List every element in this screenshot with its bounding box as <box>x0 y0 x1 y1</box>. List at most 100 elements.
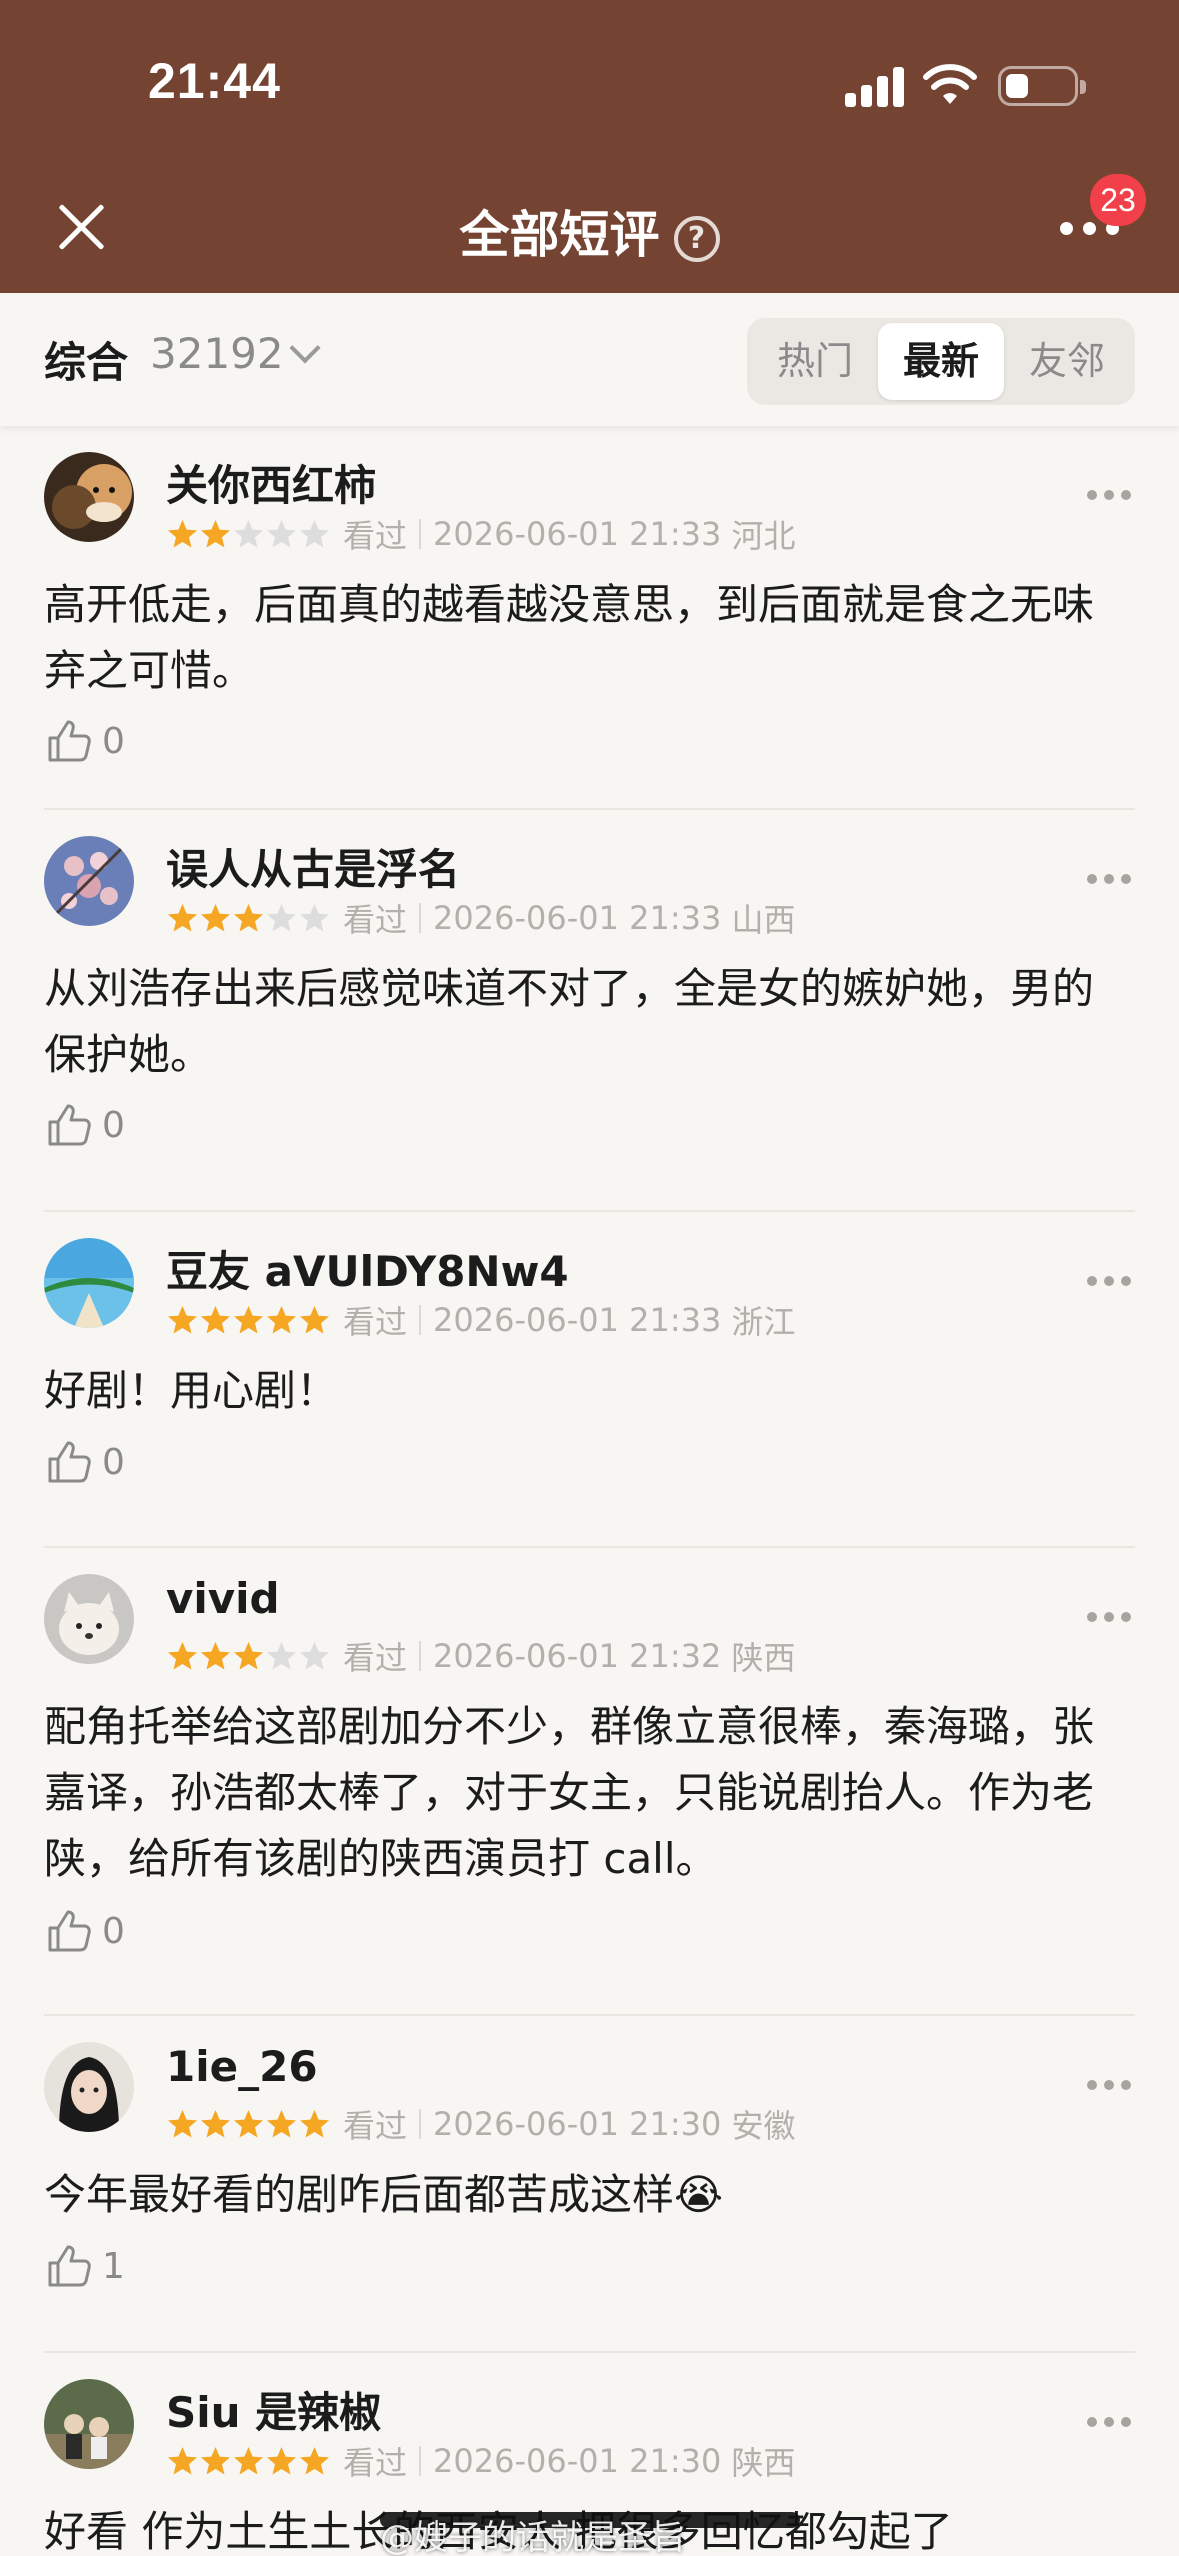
watch-status: 看过 <box>343 1303 408 1341</box>
avatar[interactable] <box>44 2042 134 2132</box>
username[interactable]: 误人从古是浮名 <box>166 836 460 897</box>
username[interactable]: vivid <box>166 1574 280 1623</box>
review-time: 2026-06-01 21:33 <box>433 899 722 937</box>
more-icon[interactable] <box>1087 490 1131 500</box>
review-time: 2026-06-01 21:30 <box>433 2442 722 2480</box>
star-filled-icon <box>300 2109 329 2137</box>
more-icon[interactable] <box>1087 1276 1131 1286</box>
review-region: 陕西 <box>731 1639 796 1677</box>
meta-divider <box>419 2446 422 2476</box>
tab-hot[interactable]: 热门 <box>752 323 878 400</box>
review-meta: 看过 2026-06-01 21:30 安徽 <box>166 2104 796 2145</box>
tab-latest[interactable]: 最新 <box>878 323 1004 400</box>
avatar[interactable] <box>44 1574 134 1664</box>
review-time: 2026-06-01 21:32 <box>433 1637 722 1675</box>
avatar[interactable] <box>44 1238 134 1328</box>
rating-stars <box>166 2445 331 2478</box>
star-filled-icon <box>267 1305 296 1333</box>
star-filled-icon <box>168 2109 197 2137</box>
like-count: 0 <box>102 1910 125 1952</box>
like-button[interactable]: 1 <box>44 2241 125 2291</box>
thumbs-up-icon <box>48 1910 91 1952</box>
more-icon[interactable] <box>1087 2417 1131 2427</box>
review-meta: 看过 2026-06-01 21:30 陕西 <box>166 2441 796 2482</box>
review-count[interactable]: 32192 <box>150 329 284 378</box>
review-item: 关你西红柿 看过 2026-06-01 21:33 河北 高开低走，后面真的越看… <box>44 426 1135 810</box>
avatar[interactable] <box>44 836 134 926</box>
chevron-down-icon[interactable] <box>289 332 321 364</box>
meta-divider <box>419 1305 422 1335</box>
like-count: 1 <box>102 2245 125 2287</box>
status-time: 21:44 <box>148 53 281 109</box>
review-time: 2026-06-01 21:33 <box>433 515 722 553</box>
review-item: vivid 看过 2026-06-01 21:32 陕西 配角托举给这部剧加分不… <box>44 1548 1135 2016</box>
username[interactable]: 关你西红柿 <box>166 452 376 513</box>
star-empty-icon <box>300 1641 329 1669</box>
watch-status: 看过 <box>343 2107 408 2145</box>
star-filled-icon <box>201 903 230 931</box>
rating-stars <box>166 2108 331 2141</box>
star-filled-icon <box>168 2446 197 2474</box>
rating-stars <box>166 1304 331 1337</box>
username[interactable]: 1ie_26 <box>166 2042 318 2091</box>
help-icon[interactable]: ? <box>673 215 720 262</box>
review-text: 配角托举给这部剧加分不少，群像立意很棒，秦海璐，张嘉译，孙浩都太棒了，对于女主，… <box>44 1702 1095 1883</box>
star-filled-icon <box>300 2446 329 2474</box>
star-filled-icon <box>267 2446 296 2474</box>
like-button[interactable]: 0 <box>44 1437 125 1487</box>
star-filled-icon <box>267 2109 296 2137</box>
more-icon[interactable] <box>1087 874 1131 884</box>
star-filled-icon <box>234 2446 263 2474</box>
review-text: 今年最好看的剧咋后面都苦成这样😭 <box>44 2170 724 2219</box>
meta-divider <box>419 519 422 549</box>
thumbs-up-icon <box>48 2245 91 2287</box>
review-time: 2026-06-01 21:33 <box>433 1301 722 1339</box>
review-region: 安徽 <box>731 2107 796 2145</box>
star-filled-icon <box>234 1641 263 1669</box>
thumbs-up-icon <box>48 1104 91 1146</box>
star-filled-icon <box>234 903 263 931</box>
rating-stars <box>166 902 331 935</box>
star-empty-icon <box>300 519 329 547</box>
review-item: 误人从古是浮名 看过 2026-06-01 21:33 山西 从刘浩存出来后感觉… <box>44 810 1135 1212</box>
star-filled-icon <box>201 1305 230 1333</box>
star-filled-icon <box>168 1641 197 1669</box>
watch-status: 看过 <box>343 901 408 939</box>
notification-badge: 23 <box>1090 174 1146 226</box>
username[interactable]: Siu 是辣椒 <box>166 2379 381 2440</box>
filter-bar: 综合 32192 热门 最新 友邻 <box>0 293 1179 426</box>
thumbs-up-icon <box>48 720 91 762</box>
tab-friends[interactable]: 友邻 <box>1004 323 1130 400</box>
star-filled-icon <box>168 903 197 931</box>
battery-cap <box>1080 80 1086 94</box>
review-region: 河北 <box>731 517 796 555</box>
page-title-text: 全部短评 <box>459 206 660 264</box>
star-filled-icon <box>168 1305 197 1333</box>
avatar[interactable] <box>44 452 134 542</box>
app-header: 21:44 全部短评? 23 <box>0 0 1179 293</box>
star-filled-icon <box>201 2109 230 2137</box>
star-empty-icon <box>300 903 329 931</box>
star-filled-icon <box>168 519 197 547</box>
review-meta: 看过 2026-06-01 21:33 河北 <box>166 514 796 555</box>
star-filled-icon <box>300 1305 329 1333</box>
star-filled-icon <box>201 1641 230 1669</box>
rating-stars <box>166 1640 331 1673</box>
review-item: 豆友 aVUlDY8Nw4 看过 2026-06-01 21:33 浙江 好剧！… <box>44 1212 1135 1548</box>
like-count: 0 <box>102 720 125 762</box>
avatar[interactable] <box>44 2379 134 2469</box>
like-button[interactable]: 0 <box>44 1100 125 1150</box>
page-title: 全部短评? <box>0 195 1179 267</box>
watch-status: 看过 <box>343 2444 408 2482</box>
review-meta: 看过 2026-06-01 21:33 山西 <box>166 898 796 939</box>
more-icon[interactable] <box>1087 2080 1131 2090</box>
like-count: 0 <box>102 1104 125 1146</box>
more-icon[interactable] <box>1087 1612 1131 1622</box>
star-filled-icon <box>234 2109 263 2137</box>
like-button[interactable]: 0 <box>44 1906 125 1956</box>
review-region: 陕西 <box>731 2444 796 2482</box>
username[interactable]: 豆友 aVUlDY8Nw4 <box>166 1238 569 1299</box>
star-empty-icon <box>267 1641 296 1669</box>
like-button[interactable]: 0 <box>44 716 125 766</box>
sort-dropdown-label[interactable]: 综合 <box>44 329 128 390</box>
